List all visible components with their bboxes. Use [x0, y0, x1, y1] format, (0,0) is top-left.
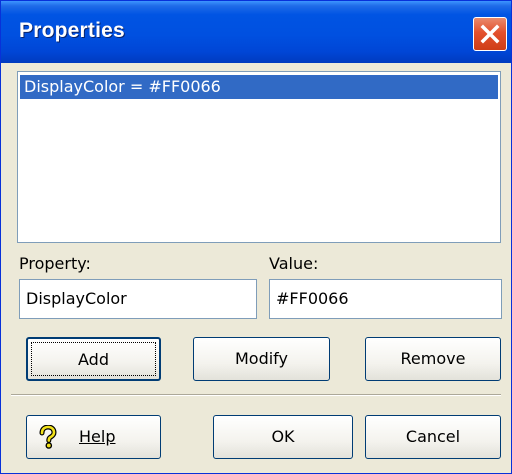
modify-button-label: Modify	[234, 349, 288, 368]
window-title: Properties	[19, 19, 125, 42]
close-icon	[480, 24, 500, 44]
cancel-button-label: Cancel	[405, 427, 461, 446]
help-button[interactable]: Help	[26, 415, 161, 459]
help-button-label: Help	[79, 427, 116, 446]
remove-button[interactable]: Remove	[365, 337, 501, 381]
add-button[interactable]: Add	[26, 337, 161, 381]
title-bar[interactable]: Properties	[1, 1, 511, 63]
property-list[interactable]: DisplayColor = #FF0066	[17, 71, 501, 243]
ok-button[interactable]: OK	[213, 415, 353, 459]
close-button[interactable]	[473, 17, 507, 51]
remove-button-label: Remove	[400, 349, 466, 368]
property-input[interactable]: DisplayColor	[19, 279, 257, 319]
value-input[interactable]: #FF0066	[269, 279, 502, 319]
question-mark-icon	[39, 425, 57, 449]
properties-dialog: Properties DisplayColor = #FF0066 Proper…	[0, 0, 512, 474]
cancel-button[interactable]: Cancel	[365, 415, 501, 459]
property-label: Property:	[19, 254, 91, 273]
add-button-label: Add	[78, 350, 109, 369]
list-item[interactable]: DisplayColor = #FF0066	[20, 75, 498, 99]
modify-button[interactable]: Modify	[193, 337, 330, 381]
ok-button-label: OK	[271, 427, 295, 446]
separator	[11, 394, 501, 396]
value-label: Value:	[269, 254, 319, 273]
